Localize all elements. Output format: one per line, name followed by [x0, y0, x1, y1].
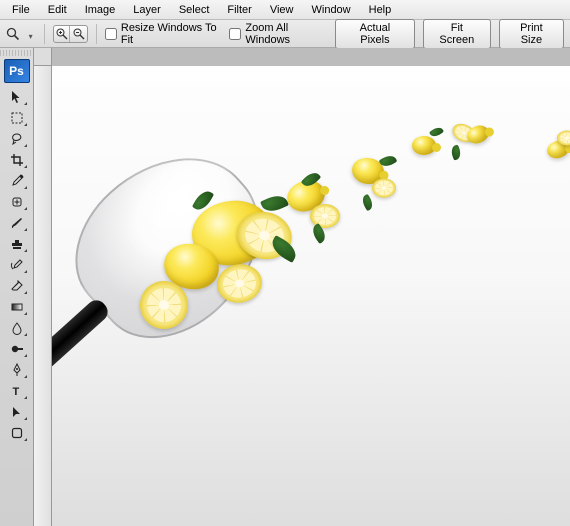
path-selection-tool[interactable]: [5, 402, 29, 422]
brush-tool[interactable]: [5, 213, 29, 233]
gradient-tool[interactable]: [5, 297, 29, 317]
eyedropper-tool[interactable]: [5, 171, 29, 191]
lemon-half: [557, 131, 570, 146]
document-viewport[interactable]: [52, 66, 570, 526]
zoom-all-input[interactable]: [229, 28, 241, 40]
ps-logo-icon: Ps: [4, 59, 30, 83]
menu-edit[interactable]: Edit: [40, 2, 75, 18]
fit-screen-button[interactable]: Fit Screen: [423, 19, 491, 49]
menu-image[interactable]: Image: [77, 2, 124, 18]
type-tool[interactable]: T: [5, 381, 29, 401]
panel-grip[interactable]: [0, 50, 33, 56]
svg-text:T: T: [12, 386, 19, 398]
healing-brush-tool[interactable]: [5, 192, 29, 212]
resize-windows-input[interactable]: [105, 28, 117, 40]
zoom-mode-toggle[interactable]: [53, 25, 88, 43]
zoom-tool-icon: [6, 26, 21, 42]
clone-stamp-tool[interactable]: [5, 234, 29, 254]
zoom-out-icon[interactable]: [70, 26, 86, 42]
move-tool[interactable]: [5, 87, 29, 107]
main-menu-bar: File Edit Image Layer Select Filter View…: [0, 0, 570, 20]
options-bar: Resize Windows To Fit Zoom All Windows A…: [0, 20, 570, 48]
menu-select[interactable]: Select: [171, 2, 218, 18]
crop-tool[interactable]: [5, 150, 29, 170]
lemon-half: [372, 178, 396, 197]
lemon-whole: [412, 136, 436, 155]
resize-windows-label: Resize Windows To Fit: [121, 22, 222, 46]
pen-tool[interactable]: [5, 360, 29, 380]
dodge-tool[interactable]: [5, 339, 29, 359]
menu-window[interactable]: Window: [304, 2, 359, 18]
separator: [44, 24, 45, 44]
zoom-in-icon[interactable]: [54, 26, 71, 42]
resize-windows-checkbox[interactable]: Resize Windows To Fit: [105, 22, 222, 46]
tool-preset-dropdown[interactable]: [29, 30, 36, 38]
menu-view[interactable]: View: [262, 2, 302, 18]
blur-tool[interactable]: [5, 318, 29, 338]
eraser-tool[interactable]: [5, 276, 29, 296]
zoom-all-checkbox[interactable]: Zoom All Windows: [229, 22, 327, 46]
actual-pixels-button[interactable]: Actual Pixels: [335, 19, 415, 49]
zoom-all-label: Zoom All Windows: [245, 22, 327, 46]
leaf: [360, 194, 375, 211]
marquee-tool[interactable]: [5, 108, 29, 128]
history-brush-tool[interactable]: [5, 255, 29, 275]
vertical-ruler[interactable]: [34, 66, 52, 526]
menu-help[interactable]: Help: [361, 2, 400, 18]
separator: [96, 24, 97, 44]
menu-filter[interactable]: Filter: [219, 2, 259, 18]
canvas[interactable]: [52, 66, 570, 526]
shape-tool[interactable]: [5, 423, 29, 443]
print-size-button[interactable]: Print Size: [499, 19, 564, 49]
lemon-half: [140, 281, 188, 329]
ruler-origin[interactable]: [34, 48, 52, 66]
menu-file[interactable]: File: [4, 2, 38, 18]
lasso-tool[interactable]: [5, 129, 29, 149]
leaf: [449, 144, 462, 160]
tools-panel: Ps T: [0, 48, 34, 526]
menu-layer[interactable]: Layer: [125, 2, 169, 18]
